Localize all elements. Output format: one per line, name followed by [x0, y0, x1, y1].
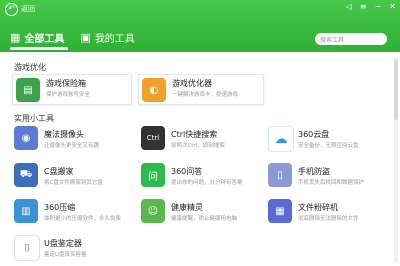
- tool-card-file-shredder[interactable]: ▦ 文件粉碎机 彻底删除无法删除的文件: [268, 199, 386, 227]
- cloud-icon: ☁: [268, 126, 294, 152]
- tool-desc: 彻底删除无法删除的文件: [298, 216, 359, 222]
- header-bar: ↶ 返回 ◁ ≡ − ✕ ▦ 全部工具 ▣ 我的工具 搜索工具: [0, 0, 400, 52]
- tool-card-360-qa[interactable]: 问 360问答 提出你的问题，分分钟有答案: [141, 163, 259, 191]
- tool-desc: 手机丢失后找回和数据保护: [298, 180, 365, 186]
- tool-card-360-cloud[interactable]: ☁ 360云盘 安全备份，无限空间云盘: [268, 126, 386, 154]
- tool-name: 360压缩: [44, 203, 76, 212]
- tab-bar: ▦ 全部工具 ▣ 我的工具: [10, 30, 135, 45]
- tool-desc: 健康提醒，防止健康用电脑: [171, 216, 238, 222]
- tool-desc: 鉴定U盘真实容量: [44, 252, 87, 258]
- tool-name: 手机防盗: [298, 167, 330, 176]
- window-controls: ◁ ≡ − ✕: [346, 2, 396, 11]
- tool-name: 360问答: [171, 167, 203, 176]
- tool-card-phone-antitheft[interactable]: ▯ 手机防盗 手机丢失后找回和数据保护: [268, 163, 386, 191]
- camera-icon: ◉: [14, 126, 38, 150]
- tool-name: 游戏保险箱: [46, 79, 86, 88]
- ctrl-icon: Ctrl: [141, 126, 165, 150]
- tool-card-360-compress[interactable]: ▥ 360压缩 体积更小的压缩软件，永久免费: [14, 199, 132, 227]
- tool-card-ctrl-search[interactable]: Ctrl Ctrl快捷搜索 按两次Ctrl，即刻搜索: [141, 126, 259, 154]
- close-icon[interactable]: ✕: [389, 2, 396, 11]
- tool-desc: 保护游戏账号安全: [46, 92, 91, 98]
- tool-desc: 体积更小的压缩软件，永久免费: [44, 216, 122, 222]
- tool-card-usb-checker[interactable]: ⌷ U盘鉴定器 鉴定U盘真实容量: [14, 235, 132, 263]
- toolbox-icon: ▣: [80, 31, 91, 44]
- tool-card-game-optimizer[interactable]: ◐ 游戏优化器 一键解决游戏卡，提速游戏: [138, 74, 264, 105]
- search-placeholder: 搜索工具: [320, 36, 345, 44]
- section-title-utilities: 实用小工具: [14, 114, 54, 123]
- tool-card-game-safe[interactable]: ▤ 游戏保险箱 保护游戏账号安全: [12, 74, 132, 105]
- drive-move-icon: ⛟: [14, 163, 38, 187]
- tab-label: 全部工具: [24, 34, 65, 45]
- tab-my-tools[interactable]: ▣ 我的工具: [80, 30, 134, 45]
- share-icon[interactable]: ◁: [346, 2, 352, 11]
- compress-icon: ▥: [14, 199, 38, 223]
- tab-all-tools[interactable]: ▦ 全部工具: [10, 30, 64, 45]
- back-button[interactable]: ↶ 返回: [5, 2, 35, 16]
- tool-card-health-elf[interactable]: ☺ 健康精灵 健康提醒，防止健康用电脑: [141, 199, 259, 227]
- phone-lock-icon: ▯: [268, 163, 292, 187]
- menu-icon[interactable]: ≡: [360, 2, 367, 11]
- tool-desc: 让摄像头更安全又有趣: [44, 143, 100, 149]
- tool-name: 360云盘: [298, 130, 330, 139]
- section-title-game: 游戏优化: [14, 63, 46, 72]
- tool-name: 文件粉碎机: [298, 203, 338, 212]
- health-icon: ☺: [141, 199, 165, 223]
- minimize-icon[interactable]: −: [375, 2, 382, 11]
- scrollbar-thumb[interactable]: [394, 60, 398, 120]
- tool-name: 游戏优化器: [172, 79, 212, 88]
- tool-card-c-drive-move[interactable]: ⛟ C盘搬家 将C盘文件搬家到其它盘: [14, 163, 132, 191]
- tool-desc: 安全备份，无限空间云盘: [298, 143, 359, 149]
- tool-desc: 按两次Ctrl，即刻搜索: [171, 143, 225, 149]
- safe-icon: ▤: [16, 78, 40, 102]
- tool-name: C盘搬家: [44, 167, 74, 176]
- game-optimizer-icon: ◐: [142, 78, 166, 102]
- tab-label: 我的工具: [94, 34, 135, 45]
- tool-name: Ctrl快捷搜索: [171, 130, 218, 139]
- tool-desc: 一键解决游戏卡，提速游戏: [172, 92, 239, 98]
- tool-name: U盘鉴定器: [44, 239, 82, 248]
- qa-icon: 问: [141, 163, 165, 187]
- grid-icon: ▦: [10, 31, 21, 44]
- tool-card-magic-camera[interactable]: ◉ 魔法摄像头 让摄像头更安全又有趣: [14, 126, 132, 154]
- usb-icon: ⌷: [14, 235, 40, 261]
- back-arrow-icon: ↶: [5, 2, 18, 16]
- shredder-icon: ▦: [268, 199, 292, 223]
- back-label: 返回: [21, 5, 35, 13]
- search-input[interactable]: 搜索工具: [315, 33, 387, 45]
- tool-name: 健康精灵: [171, 203, 203, 212]
- tool-desc: 提出你的问题，分分钟有答案: [171, 180, 243, 186]
- tool-desc: 将C盘文件搬家到其它盘: [44, 180, 103, 186]
- active-tab-indicator: [10, 47, 68, 50]
- tool-name: 魔法摄像头: [44, 130, 84, 139]
